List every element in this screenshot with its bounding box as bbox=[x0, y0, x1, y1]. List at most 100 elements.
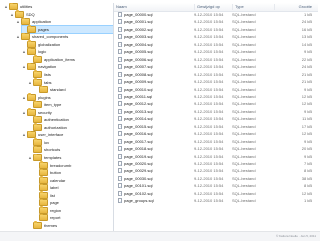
tree-toggle-icon[interactable]: ▲ bbox=[4, 4, 8, 9]
tree-toggle-icon[interactable] bbox=[34, 193, 38, 198]
tree-toggle-icon[interactable]: ▲ bbox=[22, 64, 26, 69]
tree-toggle-icon[interactable] bbox=[34, 87, 38, 92]
file-date-cell: 9-12-2010 15:54 bbox=[194, 116, 224, 122]
file-row[interactable]: page_00008.sql 9-12-2010 15:54 SQL-bestand… bbox=[114, 71, 318, 78]
tree-toggle-icon[interactable] bbox=[34, 163, 38, 168]
file-row[interactable]: page_00018.sql 9-12-2010 15:54 SQL-bestand… bbox=[114, 145, 318, 152]
tree-toggle-icon[interactable]: ▲ bbox=[10, 12, 14, 17]
folder-icon bbox=[39, 161, 48, 169]
file-row[interactable]: page_groups.sql 9-12-2010 15:54 SQL-bestan… bbox=[114, 197, 318, 204]
tree-node-user-interface[interactable]: ▲ user_interface bbox=[22, 130, 113, 139]
tree-node-pages[interactable]: pages bbox=[21, 24, 113, 34]
tree-node-globalization[interactable]: globalization bbox=[22, 40, 113, 48]
tree-node-label: navigation bbox=[38, 64, 57, 70]
tree-node-application-items[interactable]: application_items bbox=[28, 55, 113, 63]
tree-toggle-icon[interactable]: ▲ bbox=[22, 132, 26, 137]
tree-toggle-icon[interactable] bbox=[28, 117, 32, 122]
tree-toggle-icon[interactable] bbox=[22, 27, 26, 32]
tree-toggle-icon[interactable]: ▲ bbox=[22, 110, 26, 115]
column-header-size[interactable]: Grootte bbox=[274, 4, 318, 10]
tree-toggle-icon[interactable]: ▲ bbox=[22, 95, 26, 100]
tree-node-authorization[interactable]: authorization bbox=[28, 123, 113, 131]
tree-toggle-icon[interactable] bbox=[34, 170, 38, 175]
tree-node-plugins[interactable]: ▲ plugins bbox=[22, 93, 113, 101]
tree-node-page[interactable]: page bbox=[34, 198, 113, 207]
file-row[interactable]: page_00019.sql 9-12-2010 15:54 SQL-bestand… bbox=[114, 153, 318, 160]
file-row[interactable]: page_00004.sql 9-12-2010 15:54 SQL-bestand… bbox=[114, 41, 318, 48]
file-name-cell: page_00102.sql bbox=[124, 190, 153, 196]
file-row[interactable]: page_00012.sql 9-12-2010 15:54 SQL-bestand… bbox=[114, 100, 318, 107]
tree-node-shortcuts[interactable]: shortcuts bbox=[28, 145, 113, 154]
file-row[interactable]: page_00011.sql 9-12-2010 15:54 SQL-bestand… bbox=[114, 93, 318, 100]
file-row[interactable]: page_00009.sql 9-12-2010 15:54 SQL-bestand… bbox=[114, 78, 318, 85]
tree-toggle-icon[interactable] bbox=[34, 178, 38, 183]
file-row[interactable]: page_00007.sql 9-12-2010 15:54 SQL-bestand… bbox=[114, 63, 318, 70]
file-row[interactable]: page_00020.sql 9-12-2010 15:54 SQL-bestand… bbox=[114, 160, 318, 167]
tree-node-utilities[interactable]: ▲ utilities bbox=[4, 3, 113, 10]
tree-node-themes[interactable]: themes bbox=[28, 221, 113, 229]
tree-node-lov[interactable]: lov bbox=[28, 138, 113, 146]
file-row[interactable]: page_00101.sql 9-12-2010 15:54 SQL-bestand… bbox=[114, 182, 318, 189]
tree-node-navigation[interactable]: ▲ navigation bbox=[22, 62, 113, 71]
tree-toggle-icon[interactable] bbox=[22, 42, 26, 47]
tree-node-authentication[interactable]: authentication bbox=[28, 115, 113, 124]
tree-toggle-icon[interactable] bbox=[28, 57, 32, 62]
file-row[interactable]: page_00014.sql 9-12-2010 15:54 SQL-bestand… bbox=[114, 115, 318, 122]
file-row[interactable]: page_00017.sql 9-12-2010 15:54 SQL-bestand… bbox=[114, 138, 318, 145]
tree-toggle-icon[interactable] bbox=[28, 72, 32, 77]
tree-toggle-icon[interactable]: ▲ bbox=[22, 49, 26, 54]
file-row[interactable]: page_00010.sql 9-12-2010 15:54 SQL-bestand… bbox=[114, 86, 318, 93]
file-name-cell: page_00020.sql bbox=[124, 161, 153, 166]
tree-node-tabs[interactable]: ▲ tabs bbox=[28, 78, 113, 86]
tree-toggle-icon[interactable] bbox=[34, 215, 38, 220]
tree-toggle-icon[interactable] bbox=[28, 223, 32, 228]
folder-tree-pane[interactable]: ▲ utilities ▲ SDQ ▲ application pages ▲ shared_c… bbox=[2, 3, 114, 231]
tree-node-lists[interactable]: lists bbox=[28, 70, 113, 78]
tree-node-item-type[interactable]: item_type bbox=[28, 100, 113, 109]
tree-toggle-icon[interactable]: ▲ bbox=[28, 80, 32, 85]
tree-node-templates[interactable]: ▲ templates bbox=[28, 153, 113, 161]
tree-toggle-icon[interactable] bbox=[34, 208, 38, 213]
column-header-name[interactable]: Naam bbox=[114, 4, 194, 10]
tree-toggle-icon[interactable] bbox=[34, 185, 38, 190]
tree-node-logic[interactable]: ▲ logic bbox=[22, 47, 113, 56]
file-row[interactable]: page_00002.sql 9-12-2010 15:54 SQL-bestand… bbox=[114, 26, 318, 33]
file-size-cell: 24 kB bbox=[301, 19, 312, 25]
tree-toggle-icon[interactable]: ▲ bbox=[28, 155, 32, 160]
tree-node-button[interactable]: button bbox=[34, 168, 113, 177]
tree-node-region[interactable]: region bbox=[34, 206, 113, 214]
file-row[interactable]: page_00029.sql 9-12-2010 15:54 SQL-bestand… bbox=[114, 167, 318, 174]
tree-toggle-icon[interactable] bbox=[28, 102, 32, 107]
tree-toggle-icon[interactable]: ▲ bbox=[16, 19, 20, 24]
tree-toggle-icon[interactable] bbox=[28, 140, 32, 145]
tree-toggle-icon[interactable] bbox=[28, 147, 32, 152]
tree-node-security[interactable]: ▲ security bbox=[22, 108, 113, 116]
tree-node-breadcrumb[interactable]: breadcrumb bbox=[34, 161, 113, 169]
tree-node-list[interactable]: list bbox=[34, 191, 113, 199]
column-header-type[interactable]: Type bbox=[232, 4, 274, 10]
file-row[interactable]: page_00013.sql 9-12-2010 15:54 SQL-bestand… bbox=[114, 108, 318, 115]
file-row[interactable]: page_00000.sql 9-12-2010 15:54 SQL-bestand… bbox=[114, 11, 318, 18]
sql-file-icon bbox=[118, 12, 122, 17]
file-row[interactable]: page_00001.sql 9-12-2010 15:54 SQL-bestand… bbox=[114, 18, 318, 25]
tree-toggle-icon[interactable] bbox=[28, 125, 32, 130]
tree-node-calendar[interactable]: calendar bbox=[34, 176, 113, 184]
tree-node-standard[interactable]: standard bbox=[34, 85, 113, 94]
file-row[interactable]: page_00005.sql 9-12-2010 15:54 SQL-bestand… bbox=[114, 48, 318, 55]
tree-node-report[interactable]: report bbox=[34, 213, 113, 222]
file-row[interactable]: page_00016.sql 9-12-2010 15:54 SQL-bestand… bbox=[114, 130, 318, 137]
tree-node-label[interactable]: label bbox=[34, 183, 113, 192]
file-row[interactable]: page_00003.sql 9-12-2010 15:54 SQL-bestand… bbox=[114, 33, 318, 40]
file-list-pane[interactable]: Naam Gewijzigd op Type Grootte page_0000… bbox=[114, 3, 320, 231]
file-row[interactable]: page_00102.sql 9-12-2010 15:54 SQL-bestand… bbox=[114, 190, 318, 197]
column-header-date[interactable]: Gewijzigd op bbox=[194, 4, 232, 10]
tree-node-sdq[interactable]: ▲ SDQ bbox=[10, 10, 113, 18]
tree-toggle-icon[interactable] bbox=[34, 200, 38, 205]
tree-node-shared-components[interactable]: ▲ shared_components bbox=[16, 32, 113, 41]
file-row[interactable]: page_00006.sql 9-12-2010 15:54 SQL-bestand… bbox=[114, 56, 318, 63]
file-row[interactable]: page_00015.sql 9-12-2010 15:54 SQL-bestand… bbox=[114, 123, 318, 130]
tree-toggle-icon[interactable]: ▲ bbox=[16, 34, 20, 39]
file-size-cell: 24 kB bbox=[301, 64, 312, 70]
file-row[interactable]: page_00030.sql 9-12-2010 15:54 SQL-bestand… bbox=[114, 175, 318, 182]
tree-node-application[interactable]: ▲ application bbox=[16, 17, 113, 26]
